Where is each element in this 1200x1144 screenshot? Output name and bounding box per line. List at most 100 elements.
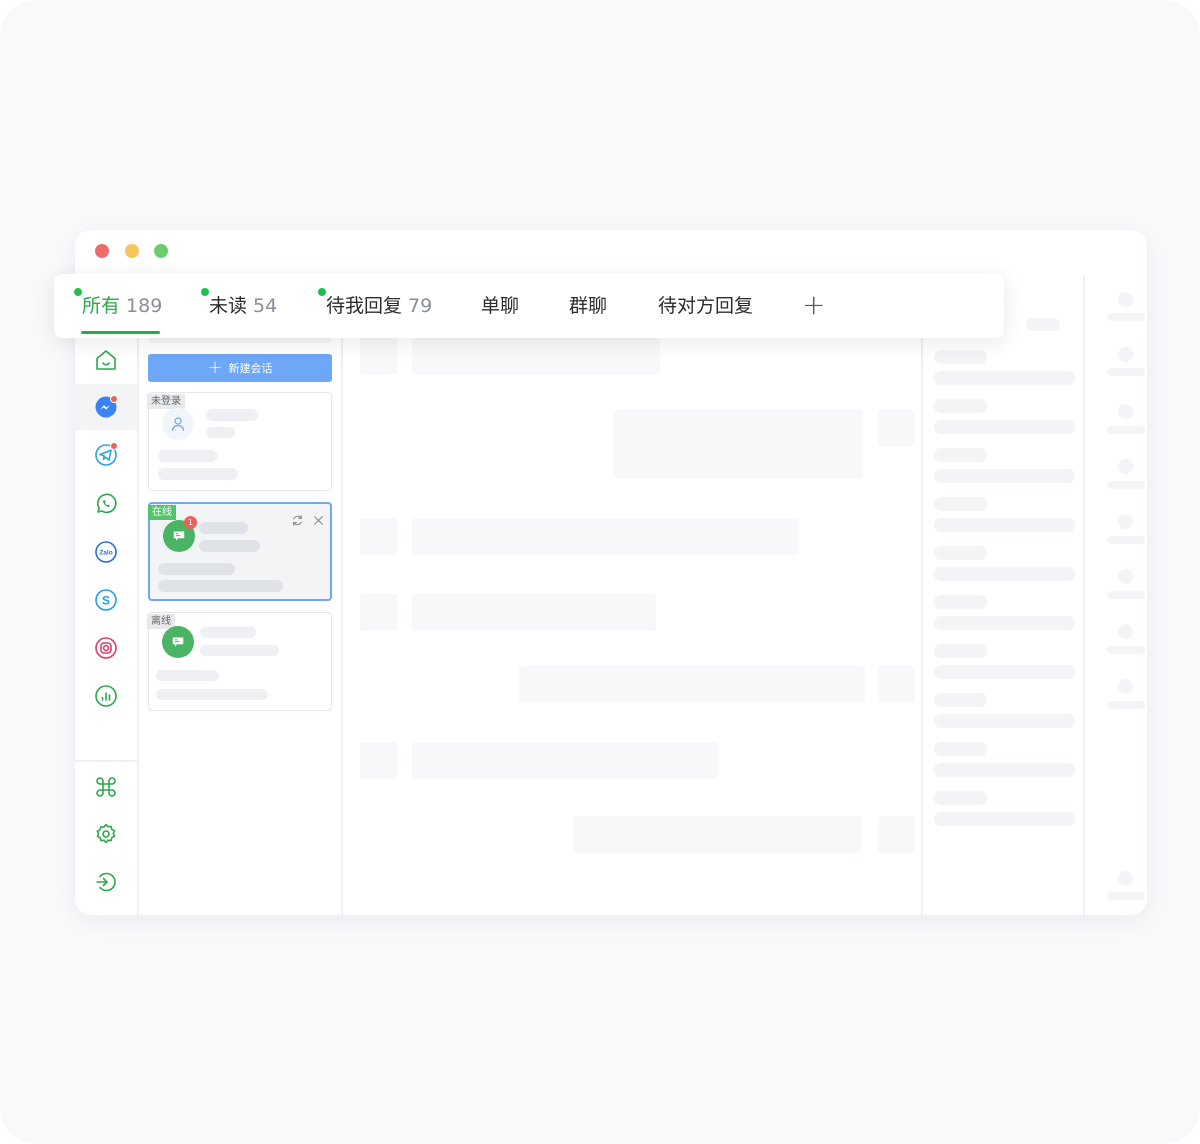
tool-icon-placeholder[interactable] <box>1118 292 1133 307</box>
tab-awaiting-my-reply[interactable]: 待我回复 79 <box>326 293 432 319</box>
info-label-placeholder <box>934 791 987 805</box>
whatsapp-icon <box>97 493 117 514</box>
analytics-icon <box>95 685 117 707</box>
tab-label: 群聊 <box>569 295 608 317</box>
meta-placeholder <box>199 540 260 552</box>
tab-group-chat[interactable]: 群聊 <box>569 293 607 319</box>
tool-icon-placeholder[interactable] <box>1118 514 1133 529</box>
info-value-placeholder <box>934 616 1075 630</box>
whatsapp-chat-icon <box>172 637 184 647</box>
info-label-placeholder <box>934 399 987 413</box>
conversation-list: + 新建会话 未登录 在线 1 离线 <box>139 275 343 915</box>
sidebar-item-messenger[interactable] <box>75 384 137 430</box>
tab-count: 79 <box>408 295 433 317</box>
tool-icon-placeholder[interactable] <box>1118 347 1133 362</box>
add-tab-button[interactable]: + <box>802 290 825 320</box>
avatar-placeholder <box>360 594 397 631</box>
maximize-window-button[interactable] <box>154 244 168 258</box>
refresh-icon[interactable] <box>291 514 304 530</box>
message-bubble-placeholder <box>412 594 656 631</box>
sidebar-item-skype[interactable]: S <box>75 577 137 623</box>
message-placeholder <box>158 563 235 575</box>
avatar-placeholder <box>360 742 397 779</box>
message-placeholder <box>158 580 283 592</box>
message-placeholder <box>158 450 217 462</box>
name-placeholder <box>200 627 256 638</box>
meta-placeholder <box>206 427 235 438</box>
info-label-placeholder <box>934 693 987 707</box>
tool-icon-placeholder[interactable] <box>1118 459 1133 474</box>
avatar-placeholder <box>878 666 915 703</box>
tool-icon-placeholder[interactable] <box>1118 679 1133 694</box>
tool-icon-placeholder[interactable] <box>1118 871 1133 886</box>
message-bubble-placeholder <box>573 816 861 853</box>
tool-label-placeholder <box>1107 481 1145 489</box>
conversation-filter-tabs: 所有 189 未读 54 待我回复 79 单聊 群聊 待对方回复 + <box>54 274 1004 338</box>
info-value-placeholder <box>934 371 1075 385</box>
tab-count: 54 <box>253 295 278 317</box>
active-tab-underline <box>81 331 160 334</box>
tab-unread[interactable]: 未读 54 <box>209 293 277 319</box>
sidebar-item-settings[interactable] <box>75 811 137 857</box>
info-label-placeholder <box>934 742 987 756</box>
name-placeholder <box>199 522 248 534</box>
info-value-placeholder <box>934 567 1075 581</box>
tool-label-placeholder <box>1107 646 1145 654</box>
info-label-placeholder <box>934 644 987 658</box>
sidebar-item-home[interactable] <box>75 337 137 383</box>
close-icon[interactable] <box>312 514 325 530</box>
sidebar-item-logout[interactable] <box>75 859 137 905</box>
conversation-card[interactable]: 离线 <box>147 612 332 711</box>
message-bubble-placeholder <box>519 666 865 703</box>
plus-icon: + <box>207 357 223 378</box>
conversation-card-selected[interactable]: 在线 1 <box>148 502 332 601</box>
tab-indicator-dot <box>318 288 326 296</box>
sidebar-item-telegram[interactable] <box>75 432 137 478</box>
info-value-placeholder <box>934 420 1075 434</box>
tool-icon-placeholder[interactable] <box>1118 624 1133 639</box>
sidebar-item-apps[interactable] <box>75 764 137 810</box>
avatar <box>162 408 194 440</box>
minimize-window-button[interactable] <box>125 244 139 258</box>
message-placeholder <box>156 689 268 700</box>
logout-icon <box>96 872 116 892</box>
tab-indicator-dot <box>74 288 82 296</box>
svg-text:Zalo: Zalo <box>99 550 112 557</box>
sidebar-divider <box>75 760 137 762</box>
new-conversation-button[interactable]: + 新建会话 <box>148 354 332 382</box>
conversation-card[interactable]: 未登录 <box>147 392 332 491</box>
sidebar-item-instagram[interactable] <box>75 625 137 671</box>
info-value-placeholder <box>934 763 1075 777</box>
tool-label-placeholder <box>1107 313 1145 321</box>
tool-icon-placeholder[interactable] <box>1118 404 1133 419</box>
avatar-placeholder <box>360 332 397 374</box>
unread-badge: 1 <box>184 516 197 529</box>
tab-label: 待对方回复 <box>658 295 754 317</box>
info-label-placeholder <box>934 448 987 462</box>
info-value-placeholder <box>934 714 1075 728</box>
avatar <box>162 626 194 658</box>
tab-all[interactable]: 所有 189 <box>82 293 162 319</box>
tool-column <box>1085 275 1147 915</box>
home-icon <box>96 350 116 370</box>
sidebar-item-zalo[interactable]: Zalo <box>75 529 137 575</box>
new-conversation-label: 新建会话 <box>228 362 273 375</box>
tab-label: 单聊 <box>481 295 520 317</box>
instagram-icon <box>95 637 117 659</box>
tab-indicator-dot <box>201 288 209 296</box>
tab-awaiting-their-reply[interactable]: 待对方回复 <box>658 293 753 319</box>
close-window-button[interactable] <box>95 244 109 258</box>
tool-label-placeholder <box>1107 701 1145 709</box>
skype-icon: S <box>95 589 117 611</box>
sidebar-item-whatsapp[interactable] <box>75 481 137 527</box>
settings-icon <box>96 823 116 844</box>
info-label-placeholder <box>934 497 987 511</box>
sidebar-item-analytics[interactable] <box>75 673 137 719</box>
platform-sidebar: Zalo S <box>75 275 139 915</box>
page-background: Zalo S + 新建会话 未登录 在线 1 离线 所有 189 未读 54 待… <box>0 0 1200 1144</box>
tool-label-placeholder <box>1107 368 1145 376</box>
tab-single-chat[interactable]: 单聊 <box>481 293 519 319</box>
info-label-placeholder <box>934 595 987 609</box>
tool-icon-placeholder[interactable] <box>1118 569 1133 584</box>
messenger-badge <box>110 395 118 403</box>
